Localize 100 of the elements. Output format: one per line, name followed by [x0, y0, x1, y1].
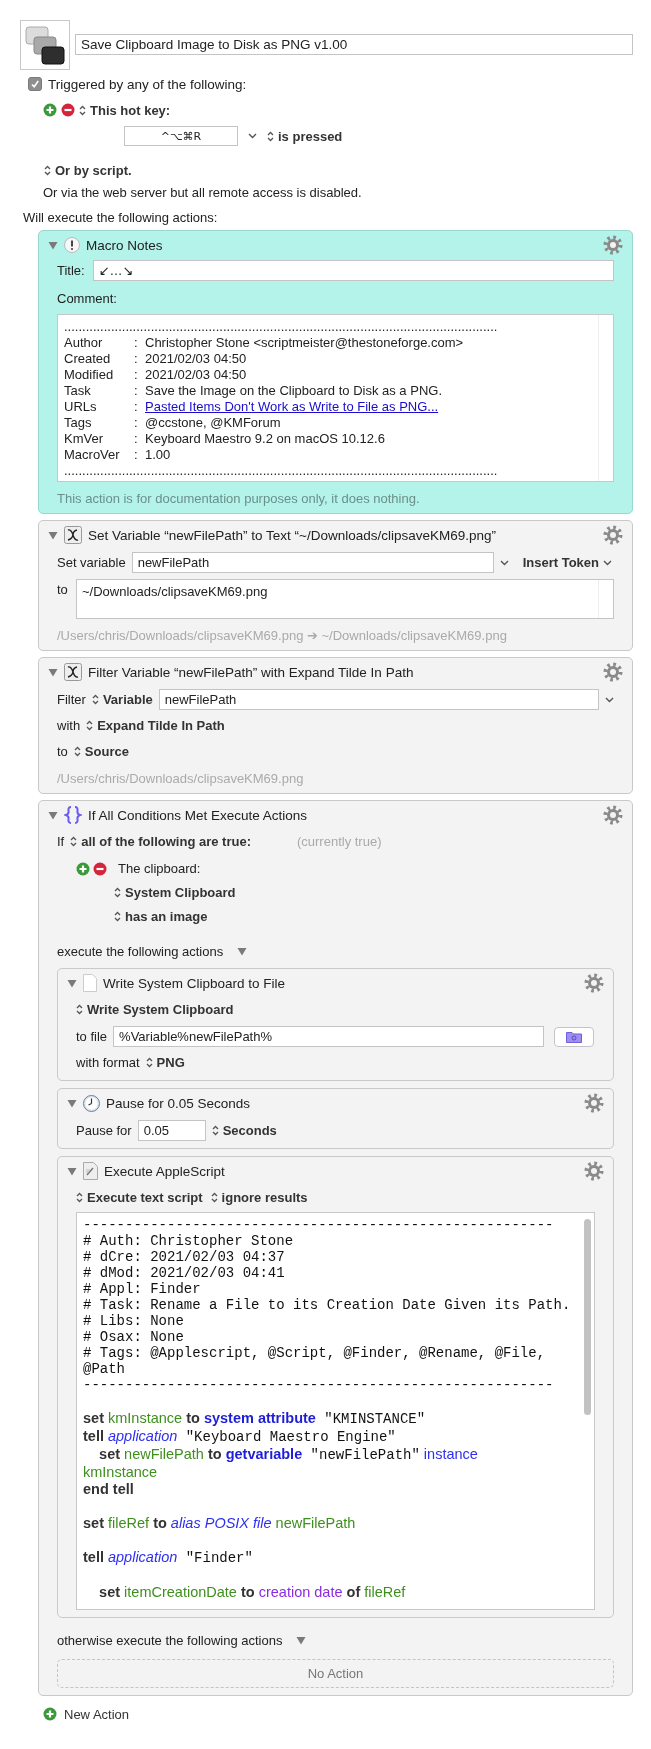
updown-icon — [210, 1192, 218, 1203]
comment-key: MacroVer — [64, 446, 134, 462]
remove-icon[interactable] — [93, 861, 107, 876]
hot-key-field[interactable]: ^⌥⌘R — [124, 126, 238, 146]
comment-field[interactable] — [57, 314, 614, 482]
disclosure-triangle-icon[interactable] — [48, 530, 58, 540]
comment-key: KmVer — [64, 430, 134, 446]
updown-icon — [211, 1125, 219, 1136]
updown-icon — [76, 1192, 83, 1203]
chevron-down-icon[interactable] — [605, 696, 614, 703]
text-value-field[interactable]: ~/Downloads/clipsaveKM69.png — [76, 579, 614, 619]
code-line: end tell — [83, 1481, 135, 1498]
web-server-note: Or via the web server but all remote access is disabled. — [43, 184, 362, 200]
braces-icon — [64, 805, 82, 825]
pause-label: Pause for — [76, 1123, 132, 1138]
macro-icon[interactable] — [20, 20, 70, 70]
scrollbar-thumb[interactable] — [584, 1219, 591, 1415]
disclosure-triangle-icon[interactable] — [48, 667, 58, 677]
gear-icon[interactable] — [584, 1093, 604, 1113]
code-comment: # dMod: 2021/02/03 04:41 — [83, 1265, 286, 1281]
gear-icon[interactable] — [584, 973, 604, 993]
disclosure-triangle-icon[interactable] — [48, 240, 58, 250]
comment-separator: : — [134, 366, 139, 382]
format-label: with format — [76, 1055, 140, 1070]
title-label: Title: — [57, 263, 85, 278]
action-title: Pause for 0.05 Seconds — [106, 1095, 251, 1111]
code-comment: # Tags: @Applescript, @Script, @Finder, @Rename, @File, — [83, 1345, 547, 1361]
variable-name-field[interactable]: newFilePath — [131, 552, 494, 573]
action-title: Execute AppleScript — [104, 1163, 225, 1179]
exclamation-bubble-icon — [64, 237, 80, 253]
trigger-type-popup[interactable]: This hot key: — [79, 102, 171, 118]
comment-separator: : — [134, 398, 139, 414]
format-popup[interactable]: PNG — [145, 1055, 185, 1070]
if-label: If — [57, 834, 65, 849]
condition-popup[interactable]: System Clipboard — [114, 885, 236, 900]
updown-icon — [91, 694, 99, 705]
chevron-down-icon[interactable] — [248, 133, 257, 139]
clock-icon — [83, 1094, 100, 1112]
condition-popup[interactable]: has an image — [114, 909, 208, 924]
dotted-rule: ........................................................................................................................ — [64, 462, 499, 478]
disclosure-triangle-icon[interactable] — [48, 810, 58, 820]
insert-token-button[interactable]: Insert Token — [522, 555, 612, 570]
filter-popup[interactable]: Expand Tilde In Path — [86, 718, 225, 733]
to-file-label: to file — [76, 1029, 108, 1044]
gear-icon[interactable] — [584, 1161, 604, 1181]
set-variable-label: Set variable — [57, 555, 126, 570]
code-comment: # Auth: Christopher Stone — [83, 1233, 295, 1249]
clipboard-popup[interactable]: Write System Clipboard — [76, 1002, 234, 1017]
add-icon[interactable] — [43, 103, 57, 117]
source-type-popup[interactable]: Variable — [91, 692, 153, 707]
key-state-popup[interactable]: is pressed — [267, 128, 343, 144]
section-label: execute the following actions — [57, 944, 224, 959]
comment-key: URLs — [64, 398, 134, 414]
section-triangle-icon[interactable] — [237, 947, 248, 956]
code-line: tell application "Finder" — [83, 1549, 254, 1567]
add-icon[interactable] — [76, 861, 90, 876]
duration-field[interactable]: 0.05 — [137, 1120, 206, 1141]
comment-separator: : — [134, 446, 139, 462]
folder-icon — [566, 1030, 582, 1043]
script-trigger-popup[interactable]: Or by script. — [44, 162, 132, 178]
action-title: If All Conditions Met Execute Actions — [88, 807, 308, 823]
disclosure-triangle-icon[interactable] — [67, 978, 77, 988]
comment-value: Christopher Stone <scriptmeister@thestoneforge.com> — [145, 334, 464, 350]
updown-icon — [70, 836, 78, 847]
gear-icon[interactable] — [603, 805, 623, 825]
code-comment: # dCre: 2021/02/03 04:37 — [83, 1249, 286, 1265]
variable-name-field[interactable]: newFilePath — [158, 689, 599, 710]
section-label: otherwise execute the following actions — [57, 1633, 283, 1648]
disclosure-triangle-icon[interactable] — [67, 1098, 77, 1108]
chevron-down-icon[interactable] — [603, 559, 612, 566]
updown-icon — [114, 887, 121, 898]
gear-icon[interactable] — [603, 525, 623, 545]
gear-icon[interactable] — [603, 235, 623, 255]
url-link[interactable]: Pasted Items Don't Work as Write to File as PNG... — [145, 398, 439, 414]
condition-mode-popup[interactable]: all of the following are true: — [70, 834, 251, 849]
macro-name-field[interactable]: Save Clipboard Image to Disk as PNG v1.00 — [75, 34, 633, 55]
remove-icon[interactable] — [61, 103, 75, 117]
choose-file-button[interactable] — [554, 1026, 594, 1047]
unit-popup[interactable]: Seconds — [211, 1123, 277, 1138]
disclosure-triangle-icon[interactable] — [67, 1166, 77, 1176]
file-path-field[interactable]: %Variable%newFilePath% — [113, 1026, 544, 1047]
updown-icon — [114, 911, 121, 922]
comment-value: 2021/02/03 04:50 — [145, 366, 247, 382]
new-action-button[interactable]: New Action — [43, 1706, 130, 1722]
with-label: with — [57, 718, 81, 733]
section-triangle-icon[interactable] — [296, 1636, 307, 1645]
trigger-label: Triggered by any of the following: — [48, 76, 247, 92]
code-line: set fileRef to alias POSIX file newFilePath — [83, 1515, 357, 1532]
results-popup[interactable]: ignore results — [210, 1190, 308, 1205]
script-mode-popup[interactable]: Execute text script — [76, 1190, 203, 1205]
gear-icon[interactable] — [603, 662, 623, 682]
code-line: kmInstance — [83, 1464, 159, 1481]
script-editor[interactable] — [76, 1212, 595, 1610]
chevron-down-icon[interactable] — [499, 559, 509, 566]
document-icon — [83, 974, 97, 992]
trigger-checkbox[interactable] — [28, 77, 42, 91]
code-comment: # Task: Rename a File to its Creation Date Given its Path. — [83, 1297, 572, 1313]
empty-action-slot[interactable]: No Action — [57, 1659, 614, 1688]
target-popup[interactable]: Source — [73, 744, 129, 759]
title-field[interactable]: ↙…↘ — [92, 260, 614, 281]
